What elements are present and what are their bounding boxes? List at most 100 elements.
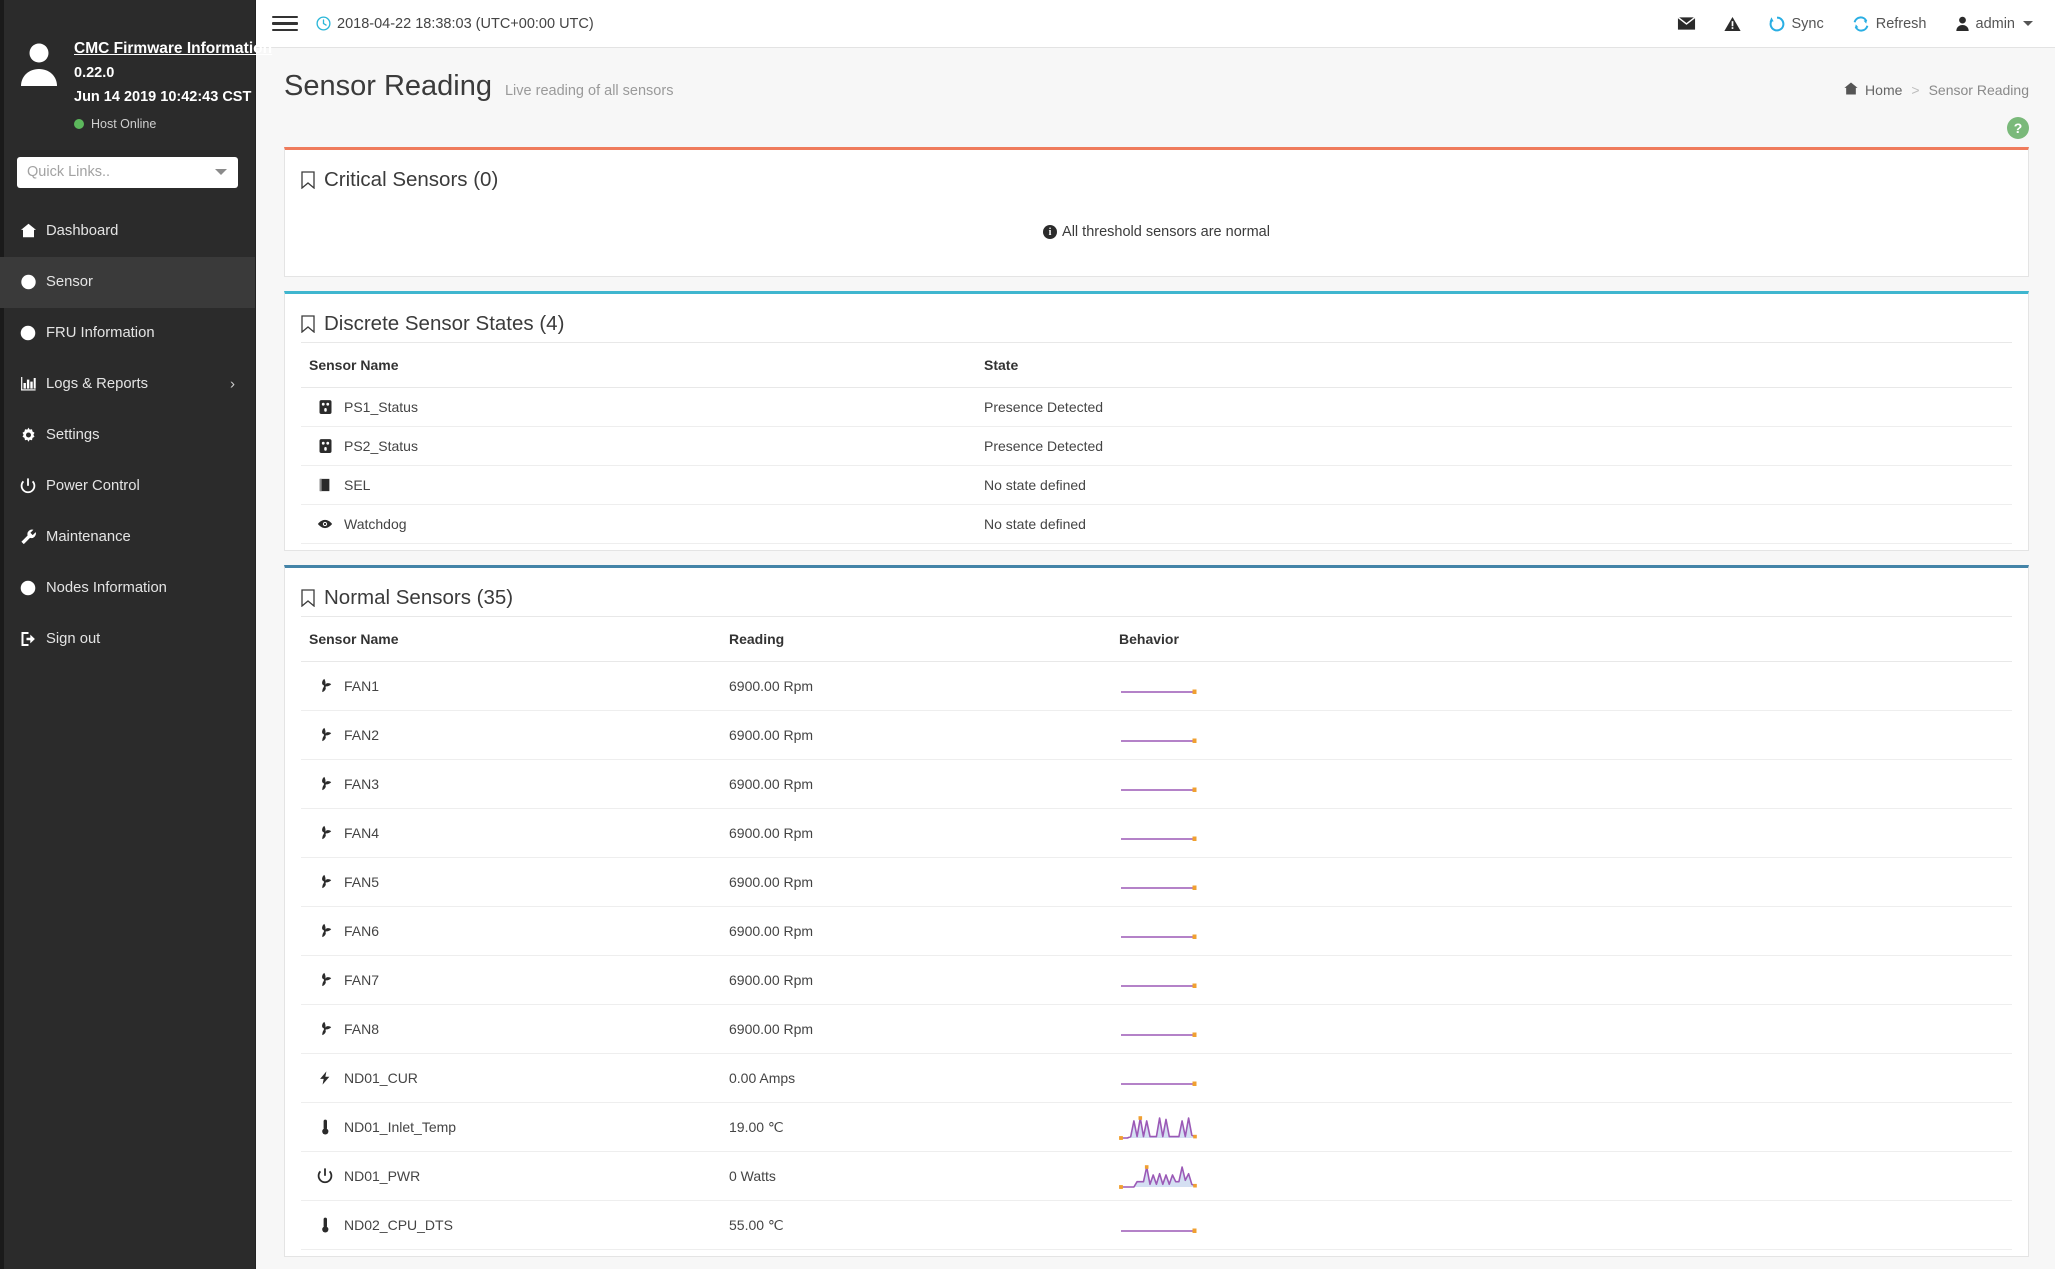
discrete-cell-name: Watchdog [301,505,976,544]
sensor-name-label: Watchdog [344,516,407,532]
sidebar-item-sensor[interactable]: Sensor [0,257,255,308]
sensor-name-label: FAN3 [344,776,379,792]
breadcrumb-current: Sensor Reading [1929,82,2029,98]
main-area: 2018-04-22 18:38:03 (UTC+00:00 UTC) Sync [256,0,2055,1269]
discrete-col-sensor-name: Sensor Name [301,343,976,388]
sidebar-item-maintenance[interactable]: Maintenance [0,512,255,563]
table-row[interactable]: FAN36900.00 Rpm [301,760,2012,809]
table-row[interactable]: FAN16900.00 Rpm [301,662,2012,711]
chart-icon [20,376,46,392]
power-outlet-icon [317,399,333,415]
fan-icon [317,1021,333,1037]
sidebar-item-fru-information[interactable]: FRU Information [0,308,255,359]
fan-icon [317,678,333,694]
gauge-icon [20,274,46,290]
breadcrumb-separator: > [1911,82,1919,98]
sensor-behavior-sparkline [1111,711,2012,760]
breadcrumb-home-label: Home [1865,82,1902,98]
alerts-button[interactable] [1724,16,1741,32]
sensor-name-label: ND01_CUR [344,1070,418,1086]
normal-col-behavior: Behavior [1111,617,2012,662]
page-subtitle: Live reading of all sensors [505,83,673,99]
sensor-name-label: ND01_Inlet_Temp [344,1119,456,1135]
sidebar-item-settings[interactable]: Settings [0,410,255,461]
table-row[interactable]: ND01_Inlet_Temp19.00 ℃ [301,1103,2012,1152]
table-row[interactable]: FAN7 6900.00 Rpm [301,956,2012,1005]
sidebar-item-label: Power Control [46,478,140,494]
sync-icon [1769,16,1785,32]
sensor-behavior-sparkline [1111,662,2012,711]
sidebar-item-label: Settings [46,427,99,443]
sidebar-item-dashboard[interactable]: Dashboard [0,206,255,257]
critical-sensors-title-row: Critical Sensors (0) [285,150,2028,198]
normal-sensors-body: Sensor Name Reading Behavior FAN16900.00… [285,616,2028,1256]
quick-links-select[interactable]: Quick Links.. [17,157,238,188]
sensor-reading-label: 6900.00 Rpm [721,662,1111,711]
sidebar-item-sign-out[interactable]: Sign out [0,614,255,665]
sidebar-item-nodes-information[interactable]: Nodes Information [0,563,255,614]
sensor-reading-label: 6900.00 Rpm [721,907,1111,956]
fan-icon [317,727,333,743]
power-icon [20,478,46,494]
discrete-header-row: Sensor Name State [301,343,2012,388]
sensor-name-label: FAN5 [344,874,379,890]
host-status: Host Online [74,115,272,133]
critical-empty-message: i All threshold sensors are normal [301,198,2012,270]
table-row[interactable]: FAN86900.00 Rpm [301,1005,2012,1054]
sync-button[interactable]: Sync [1769,16,1823,32]
sensor-reading-label: 55.00 ℃ [721,1201,1111,1250]
sensor-name-label: FAN2 [344,727,379,743]
refresh-button[interactable]: Refresh [1852,16,1927,32]
table-row[interactable]: ND01_PWR0 Watts [301,1152,2012,1201]
hamburger-line [272,16,298,19]
sensor-behavior-sparkline [1111,1054,2012,1103]
sensor-name-label: ND02_CPU_DTS [344,1217,453,1233]
table-row[interactable]: FAN26900.00 Rpm [301,711,2012,760]
sensor-reading-label: 6900.00 Rpm [721,809,1111,858]
refresh-label: Refresh [1876,16,1927,32]
status-dot-icon [74,119,84,129]
table-row[interactable]: PS1_StatusPresence Detected [301,388,2012,427]
table-row[interactable]: FAN46900.00 Rpm [301,809,2012,858]
mail-button[interactable] [1677,16,1696,31]
menu-toggle-button[interactable] [272,16,298,32]
sensor-reading-label: 6900.00 Rpm [721,956,1111,1005]
discrete-cell-name: PS1_Status [301,388,976,427]
normal-cell-name: FAN5 [301,858,721,907]
chevron-right-icon: › [230,376,235,393]
table-row[interactable]: ND01_CUR0.00 Amps [301,1054,2012,1103]
normal-sensors-title: Normal Sensors (35) [324,586,513,610]
sidebar-item-label: Maintenance [46,529,131,545]
table-row[interactable]: SELNo state defined [301,466,2012,505]
fan-icon [317,972,333,988]
table-row[interactable]: ND02_CPU_DTS 55.00 ℃ [301,1201,2012,1250]
table-row[interactable]: FAN56900.00 Rpm [301,858,2012,907]
normal-cell-name: FAN6 [301,907,721,956]
bolt-icon [317,1070,333,1086]
table-row[interactable]: FAN66900.00 Rpm [301,907,2012,956]
sensor-name-label: FAN8 [344,1021,379,1037]
normal-header-row: Sensor Name Reading Behavior [301,617,2012,662]
normal-cell-name: FAN3 [301,760,721,809]
normal-cell-name: FAN4 [301,809,721,858]
power-icon [317,1168,333,1184]
table-row[interactable]: WatchdogNo state defined [301,505,2012,544]
sidebar-item-label: Dashboard [46,223,118,239]
refresh-icon [1852,16,1870,32]
discrete-sensors-title-row: Discrete Sensor States (4) [285,294,2028,342]
firmware-info-link[interactable]: CMC Firmware Information [74,38,272,60]
user-menu-button[interactable]: admin [1955,16,2034,32]
sidebar-item-logs-reports[interactable]: Logs & Reports› [0,359,255,410]
fan-icon [317,923,333,939]
fan-icon [317,874,333,890]
table-row[interactable]: PS2_StatusPresence Detected [301,427,2012,466]
sidebar-item-power-control[interactable]: Power Control [0,461,255,512]
critical-empty-label: All threshold sensors are normal [1062,224,1270,240]
power-outlet-icon [317,438,333,454]
discrete-table-body: PS1_StatusPresence DetectedPS2_StatusPre… [301,388,2012,544]
sensor-behavior-sparkline [1111,858,2012,907]
help-icon[interactable]: ? [2007,117,2029,139]
breadcrumb: Home > Sensor Reading [1844,78,2029,98]
sensor-name-label: FAN7 [344,972,379,988]
breadcrumb-home-link[interactable]: Home [1844,82,1902,98]
